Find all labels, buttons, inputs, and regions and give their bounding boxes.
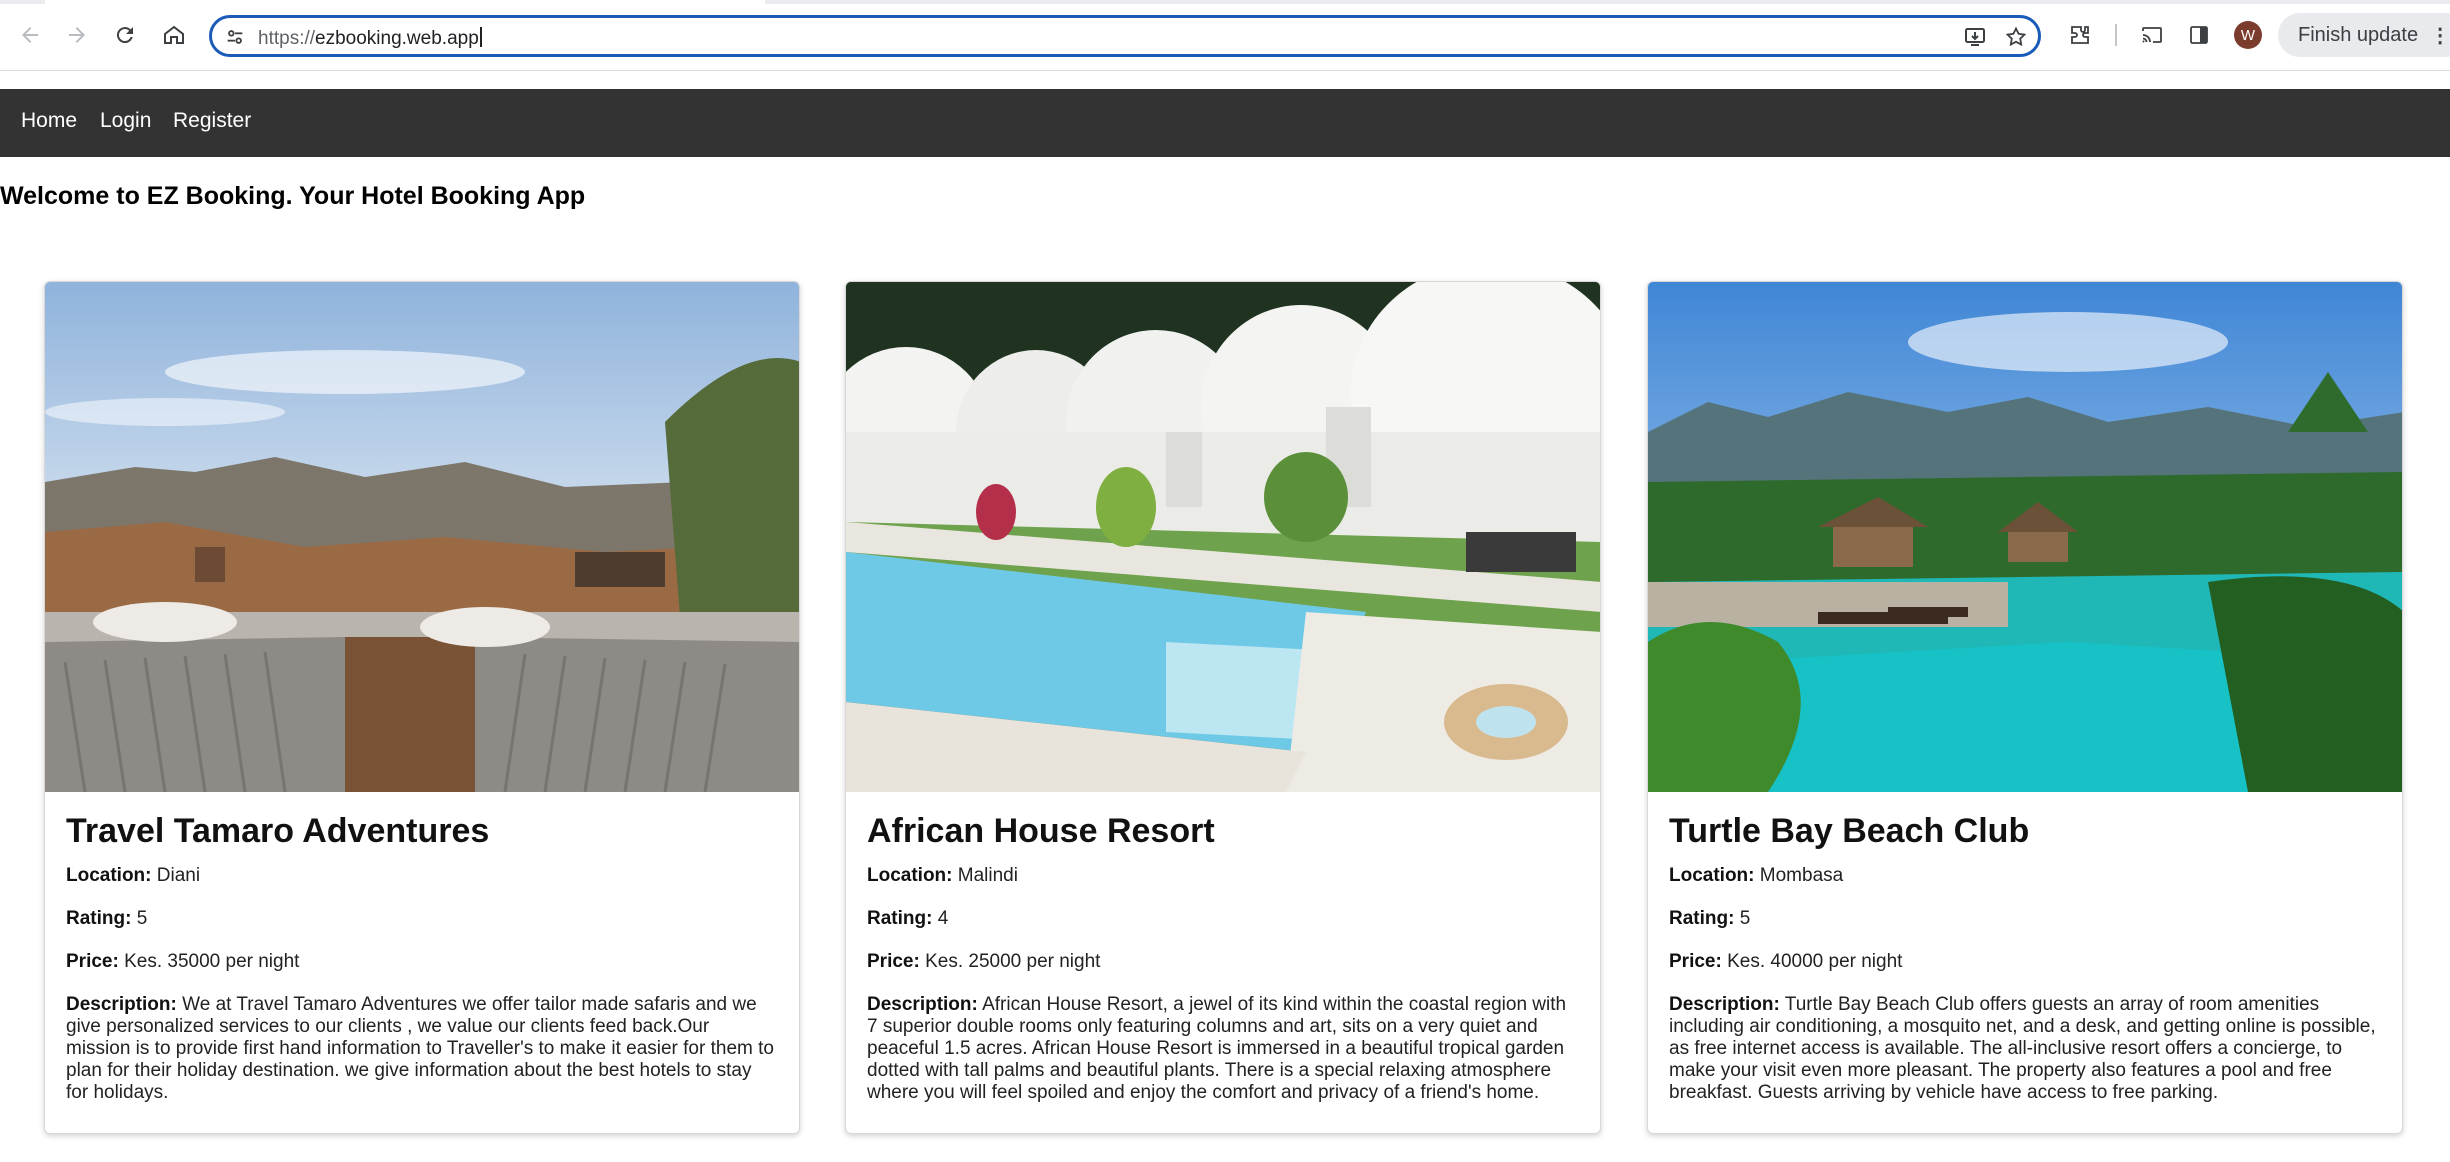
location-value: Diani xyxy=(156,865,201,886)
nav-login-link[interactable]: Login xyxy=(100,109,151,133)
bookmark-star-icon[interactable] xyxy=(2003,24,2029,50)
price-value: Kes. 40000 per night xyxy=(1727,951,1903,972)
text-caret xyxy=(479,27,482,47)
address-bar[interactable]: https://ezbooking.web.app xyxy=(209,15,2041,57)
price-label: Price: xyxy=(66,951,119,972)
nav-home-link[interactable]: Home xyxy=(21,109,77,133)
rating-label: Rating: xyxy=(867,908,933,929)
home-button[interactable] xyxy=(154,15,194,55)
price-label: Price: xyxy=(867,951,920,972)
location-label: Location: xyxy=(1669,865,1755,886)
rating-value: 5 xyxy=(1739,908,1751,929)
reload-button[interactable] xyxy=(105,15,145,55)
hotel-name[interactable]: Travel Tamaro Adventures xyxy=(66,812,778,851)
rating-label: Rating: xyxy=(1669,908,1735,929)
nav-register-link[interactable]: Register xyxy=(173,109,251,133)
arrow-right-icon xyxy=(69,27,85,43)
description-label: Description: xyxy=(1669,994,1780,1015)
location-value: Malindi xyxy=(957,865,1018,886)
hotel-location: Location: Diani xyxy=(66,865,778,887)
hotel-price: Price: Kes. 40000 per night xyxy=(1669,951,2381,973)
url-text[interactable]: https://ezbooking.web.app xyxy=(258,27,482,50)
install-app-icon[interactable] xyxy=(1962,24,1988,50)
description-label: Description: xyxy=(66,994,177,1015)
hotel-card: Travel Tamaro Adventures Location: Diani… xyxy=(44,281,800,1134)
hotel-card: African House Resort Location: Malindi R… xyxy=(845,281,1601,1134)
hotel-location: Location: Malindi xyxy=(867,865,1579,887)
rating-value: 5 xyxy=(136,908,148,929)
arrow-left-icon xyxy=(22,27,38,43)
hotel-name[interactable]: Turtle Bay Beach Club xyxy=(1669,812,2381,851)
hotel-photo xyxy=(1648,282,2402,792)
browser-toolbar: https://ezbooking.web.app W Finish updat… xyxy=(0,0,2450,71)
hotel-location: Location: Mombasa xyxy=(1669,865,2381,887)
hotel-card-body: Travel Tamaro Adventures Location: Diani… xyxy=(66,812,778,1125)
hotel-rating: Rating: 4 xyxy=(867,908,1579,930)
hotel-price: Price: Kes. 35000 per night xyxy=(66,951,778,973)
active-tab[interactable] xyxy=(45,0,765,4)
forward-button[interactable] xyxy=(57,15,97,55)
tab-strip xyxy=(0,0,2450,4)
hotel-card-body: African House Resort Location: Malindi R… xyxy=(867,812,1579,1125)
hotel-description: Description: We at Travel Tamaro Adventu… xyxy=(66,994,778,1104)
home-icon xyxy=(164,25,184,44)
site-nav-bar: Home Login Register xyxy=(0,89,2450,157)
cast-icon[interactable] xyxy=(2134,17,2170,53)
rating-label: Rating: xyxy=(66,908,132,929)
rating-value: 4 xyxy=(937,908,949,929)
location-label: Location: xyxy=(867,865,953,886)
url-host: ezbooking.web.app xyxy=(315,28,479,49)
hotel-name[interactable]: African House Resort xyxy=(867,812,1579,851)
hotel-rating: Rating: 5 xyxy=(66,908,778,930)
site-settings-icon[interactable] xyxy=(222,24,248,50)
reload-icon xyxy=(116,27,133,44)
finish-update-button[interactable]: Finish update ⋮ xyxy=(2278,13,2450,57)
hotel-description: Description: African House Resort, a jew… xyxy=(867,994,1579,1104)
location-label: Location: xyxy=(66,865,152,886)
price-label: Price: xyxy=(1669,951,1722,972)
hotel-photo xyxy=(846,282,1600,792)
hotel-rating: Rating: 5 xyxy=(1669,908,2381,930)
hotel-card-body: Turtle Bay Beach Club Location: Mombasa … xyxy=(1669,812,2381,1125)
price-value: Kes. 35000 per night xyxy=(124,951,300,972)
back-button[interactable] xyxy=(10,15,50,55)
location-value: Mombasa xyxy=(1759,865,1844,886)
hotel-description: Description: Turtle Bay Beach Club offer… xyxy=(1669,994,2381,1104)
welcome-heading: Welcome to EZ Booking. Your Hotel Bookin… xyxy=(0,182,586,210)
hotel-card: Turtle Bay Beach Club Location: Mombasa … xyxy=(1647,281,2403,1134)
description-label: Description: xyxy=(867,994,978,1015)
price-value: Kes. 25000 per night xyxy=(925,951,1101,972)
extensions-icon[interactable] xyxy=(2062,17,2098,53)
side-panel-icon[interactable] xyxy=(2181,17,2217,53)
more-menu-icon[interactable]: ⋮ xyxy=(2430,23,2450,48)
toolbar-separator xyxy=(2115,24,2117,46)
hotel-price: Price: Kes. 25000 per night xyxy=(867,951,1579,973)
profile-avatar[interactable]: W xyxy=(2234,21,2262,49)
hotel-photo xyxy=(45,282,799,792)
url-scheme: https:// xyxy=(258,28,316,49)
finish-update-label: Finish update xyxy=(2298,23,2419,46)
